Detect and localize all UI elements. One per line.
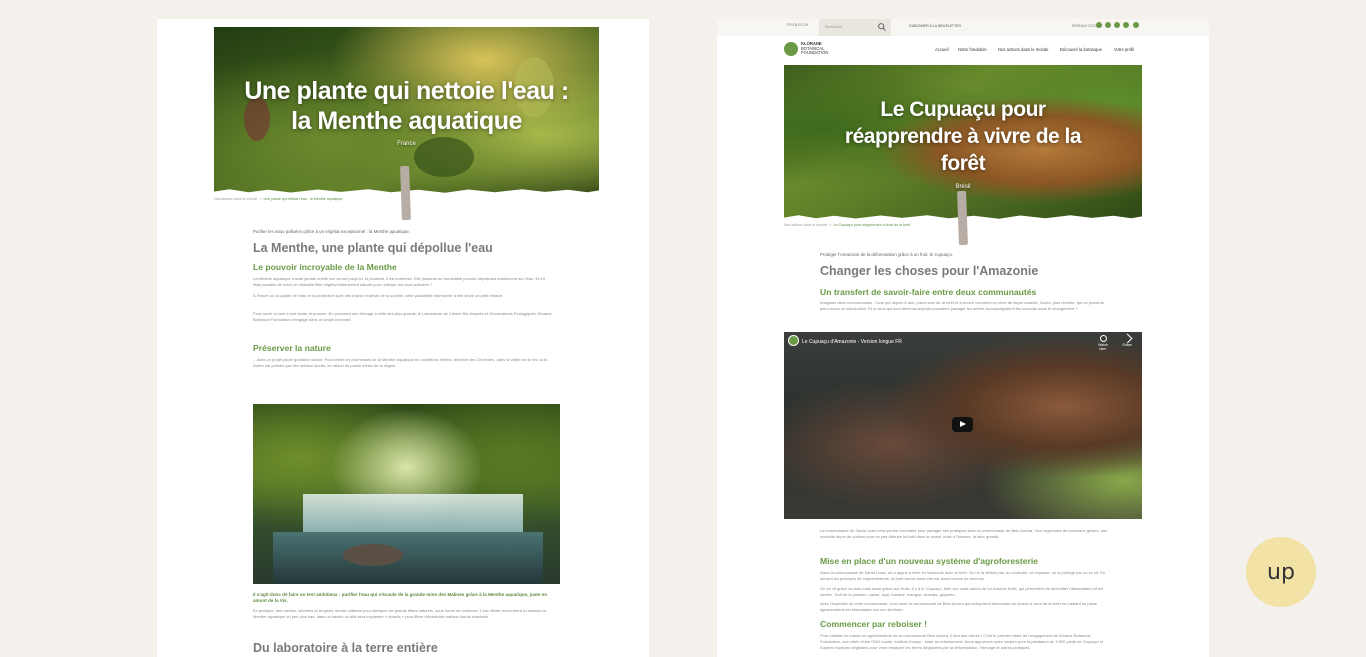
hero-location: Brésil — [955, 184, 971, 190]
search-input[interactable]: Rechercher — [819, 19, 891, 36]
youtube-video-player[interactable]: Le Cupuaçu d'Amazonie - Version longue F… — [784, 332, 1142, 519]
section-heading: La Menthe, une plante qui dépollue l'eau — [253, 241, 493, 255]
klorane-logo-icon[interactable] — [784, 42, 798, 56]
watch-later-label: Watch later — [1097, 343, 1109, 351]
subsection-title-reboiser: Commencer par reboiser ! — [820, 619, 927, 629]
logo-line3: FOUNDATION — [801, 50, 829, 56]
paragraph: À l'heure où la qualité de l'eau et sa p… — [253, 293, 504, 298]
subsection-title-agroforesterie: Mise en place d'un nouveau système d'agr… — [820, 556, 1039, 566]
wooden-stick-decoration — [400, 165, 411, 221]
youtube-icon[interactable] — [1123, 22, 1129, 28]
lead-text: Protéger l'Amazonie de la déforestation … — [820, 252, 954, 257]
image-caption: Il s'agit donc de faire un test ambitieu… — [253, 592, 548, 603]
wooden-stick-decoration — [957, 190, 968, 246]
facebook-icon[interactable] — [1096, 22, 1102, 28]
nav-accueil[interactable]: Accueil — [935, 47, 949, 52]
play-button-icon[interactable] — [952, 417, 973, 432]
klorane-logo-text[interactable]: KLORANE BOTANICAL FOUNDATION — [801, 41, 829, 56]
paragraph: Imaginez deux communautés : l'une qui de… — [820, 300, 1104, 311]
search-icon[interactable] — [877, 22, 887, 32]
paragraph: En pratique, des racines, séchées et bro… — [253, 608, 546, 619]
search-placeholder: Rechercher — [825, 25, 843, 29]
nav-notre-fondation[interactable]: Notre fondation — [958, 47, 987, 52]
hero-title-line3: forêt — [940, 152, 986, 175]
paragraph: La Menthe aquatique n'avait jamais révél… — [253, 276, 545, 287]
page-preview-menthe: Une plante qui nettoie l'eau : la Menthe… — [157, 19, 649, 657]
breadcrumb-current: Le Cupuaçu pour réapprendre à vivre de l… — [833, 223, 911, 227]
nav-nos-actions[interactable]: Nos actions dans le monde — [998, 47, 1049, 52]
video-title[interactable]: Le Cupuaçu d'Amazonie - Version longue F… — [802, 339, 902, 345]
channel-avatar[interactable] — [788, 335, 799, 346]
watch-later-button[interactable]: Watch later — [1096, 335, 1110, 351]
nav-decouvrir-botanique[interactable]: Découvrir la botanique — [1060, 47, 1102, 52]
clock-icon — [1099, 335, 1107, 342]
hero-location: France — [397, 141, 416, 147]
waterfall-image — [253, 404, 560, 584]
top-utility-bar: FR EN ES ZH Rechercher S'ABONNER À LA NE… — [717, 19, 1209, 36]
breadcrumb: Nos actions dans le monde > Une plante q… — [214, 197, 342, 201]
paragraph: Avec l'expertise de cette communauté, c'… — [820, 601, 1097, 612]
hero-title-line2: la Menthe aquatique — [291, 107, 522, 135]
subsection-title-transfert: Un transfert de savoir-faire entre deux … — [820, 287, 1037, 297]
paragraph: On en vit grâce au bois mais aussi grâce… — [820, 586, 1104, 597]
share-icon — [1122, 333, 1132, 344]
pinterest-icon[interactable] — [1133, 22, 1139, 28]
paragraph: Pour installer la culture en agroforeste… — [820, 633, 1104, 650]
breadcrumb: Nos actions dans le monde > Le Cupuaçu p… — [784, 223, 910, 227]
section-heading: Changer les choses pour l'Amazonie — [820, 264, 1039, 278]
newsletter-link[interactable]: S'ABONNER À LA NEWSLETTER — [909, 24, 961, 28]
hero-title-line1: Le Cupuaçu pour — [880, 98, 1046, 121]
paragraph: …avec un projet pilote grandeur nature. … — [253, 357, 548, 368]
section-heading-bottom: Du laboratoire à la terre entière — [253, 641, 438, 655]
paragraph: Pour ouvrir la voie à tout tester et pro… — [253, 311, 552, 322]
breadcrumb-separator: > — [259, 197, 262, 201]
breadcrumb-current: Une plante qui nettoie l'eau : la Menthe… — [263, 197, 343, 201]
lead-text: Purifier les eaux polluées grâce à un vé… — [253, 229, 410, 234]
breadcrumb-root[interactable]: Nos actions dans le monde — [214, 197, 257, 201]
scroll-up-button[interactable]: up — [1246, 537, 1316, 607]
paragraph: Dans la communauté de Santa Luzia, on a … — [820, 570, 1106, 581]
language-switcher[interactable]: FR EN ES ZH — [787, 23, 808, 27]
nav-votre-profil[interactable]: Votre profil — [1114, 47, 1134, 52]
hero-title-line1: Une plante qui nettoie l'eau : — [244, 77, 569, 105]
instagram-icon[interactable] — [1105, 22, 1111, 28]
hero-title-line2: réapprendre à vivre de la — [844, 125, 1082, 148]
subsection-title-pouvoir: Le pouvoir incroyable de la Menthe — [253, 262, 397, 272]
subsection-title-preserver: Préserver la nature — [253, 343, 331, 353]
up-label: up — [1267, 559, 1295, 585]
page-preview-cupuacu: FR EN ES ZH Rechercher S'ABONNER À LA NE… — [717, 19, 1209, 657]
breadcrumb-root[interactable]: Nos actions dans le monde — [784, 223, 827, 227]
paragraph: La communauté de Santa Luzia s'est porté… — [820, 528, 1108, 539]
twitter-icon[interactable] — [1114, 22, 1120, 28]
share-button[interactable]: Share — [1120, 333, 1134, 347]
breadcrumb-separator: > — [829, 223, 832, 227]
